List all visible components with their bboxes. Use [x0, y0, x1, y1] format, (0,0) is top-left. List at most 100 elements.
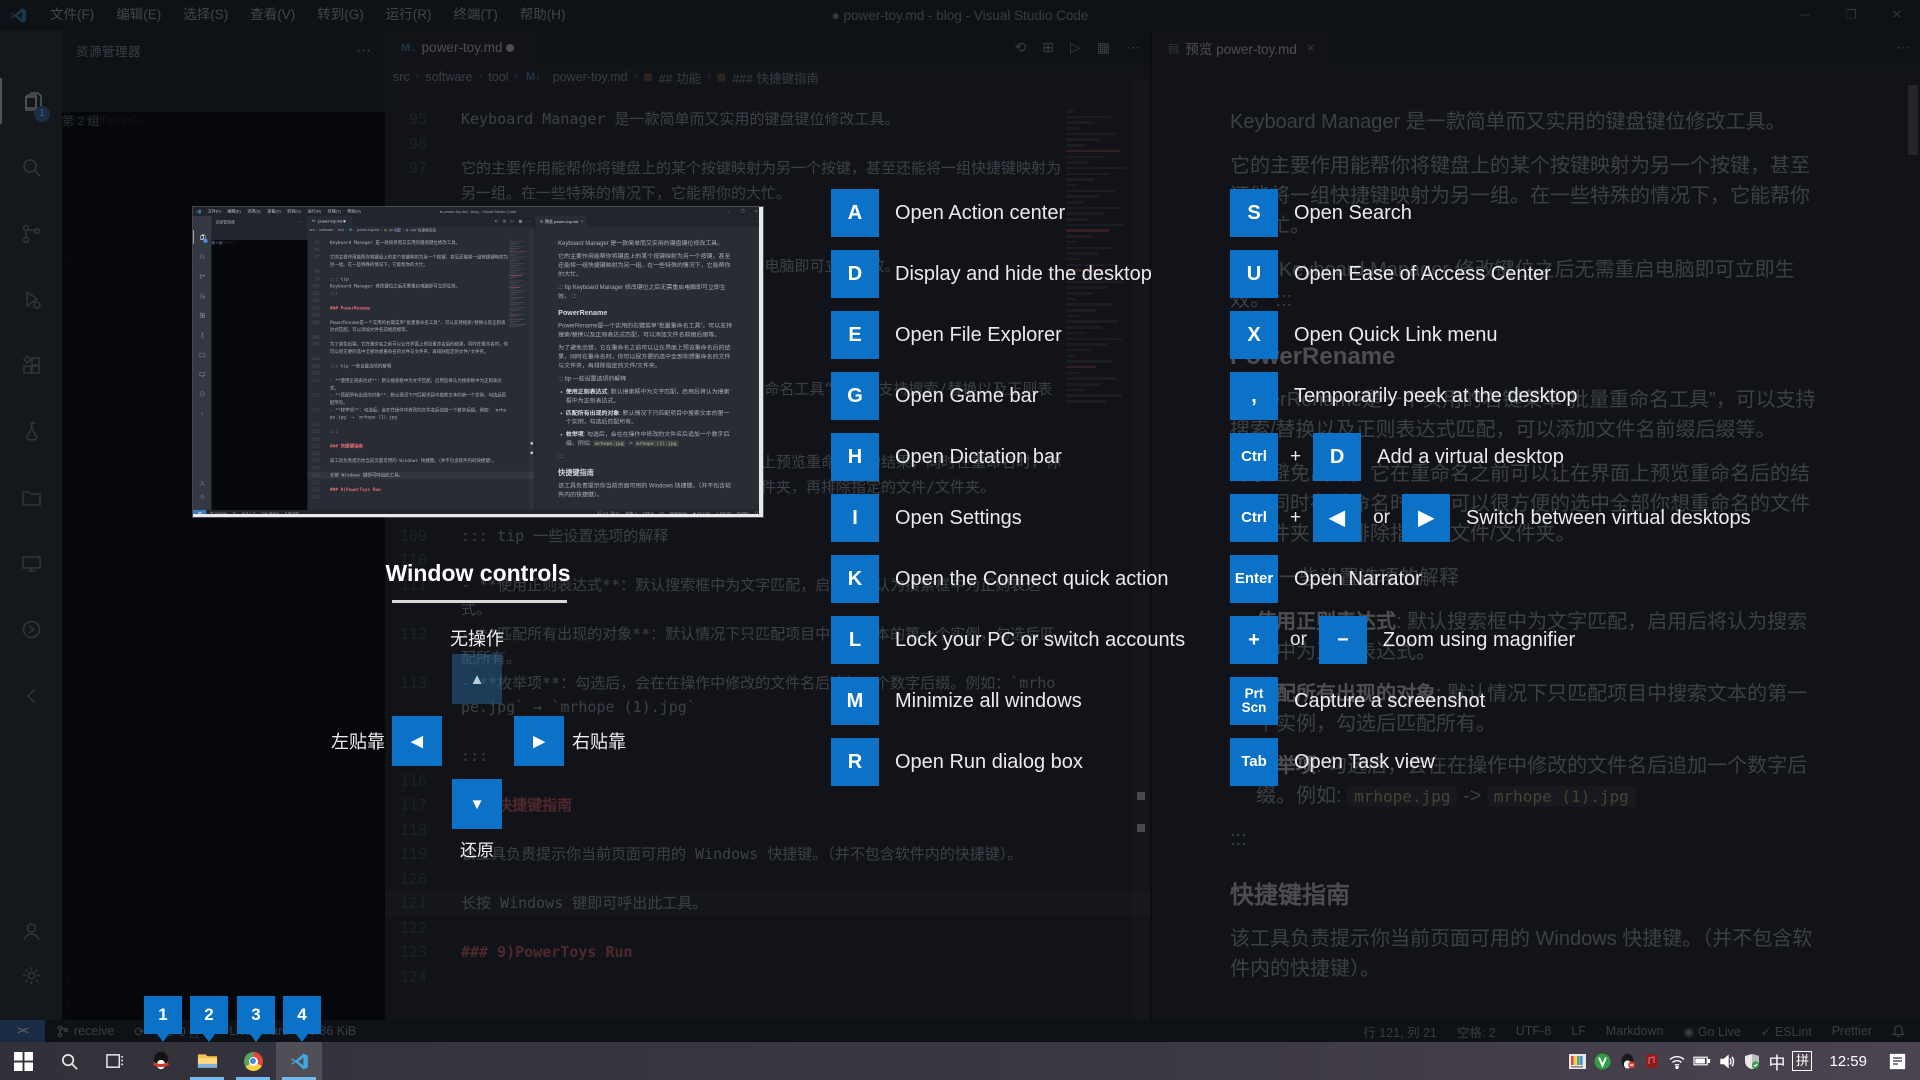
- editor-code[interactable]: 95Keyboard Manager 是一款简单而又实用的键盘键位修改工具。96…: [307, 239, 509, 501]
- code-line[interactable]: 116: [307, 435, 509, 442]
- minimize-icon[interactable]: ─: [722, 207, 736, 216]
- code-line[interactable]: 109::: tip 一些设置选项的解释: [307, 362, 509, 369]
- activity-chevron-icon[interactable]: [193, 407, 211, 421]
- status-item[interactable]: ◉ Go Live: [693, 511, 710, 515]
- code-line[interactable]: 106: [307, 333, 509, 340]
- activity-run-debug-icon[interactable]: [193, 289, 211, 303]
- activity-live-share-icon[interactable]: [193, 387, 211, 401]
- code-line[interactable]: 118: [307, 450, 509, 457]
- activity-settings-gear-icon[interactable]: [193, 490, 211, 504]
- code-line[interactable]: 101:::: [307, 290, 509, 297]
- menu-item[interactable]: 查看(V): [264, 207, 284, 216]
- taskbar-qq-icon[interactable]: [138, 1042, 184, 1080]
- editor-action-icon[interactable]: ⟲: [494, 219, 497, 224]
- code-line[interactable]: 117### 快捷键指南: [307, 442, 509, 449]
- menu-item[interactable]: 编辑(E): [224, 207, 244, 216]
- tab-power-toy[interactable]: M↓ power-toy.md: [307, 216, 352, 226]
- tray-battery-icon[interactable]: [1693, 1052, 1711, 1070]
- menu-item[interactable]: 运行(R): [304, 207, 324, 216]
- activity-source-control-icon[interactable]: [193, 269, 211, 283]
- code-line[interactable]: 100Keyboard Manager 修改键位之后无需重启电脑即可立即生效。: [307, 282, 509, 289]
- tray-wifi-icon[interactable]: [1668, 1052, 1686, 1070]
- snap-left-button[interactable]: ◀: [392, 716, 442, 766]
- editor-action-icon[interactable]: ⊞: [502, 219, 505, 224]
- code-line[interactable]: 97它的主要作用能帮你将键盘上的某个按键映射为另一个按键，甚至还能将一组快捷键映…: [307, 253, 509, 268]
- ime-language-indicator[interactable]: 中: [1768, 1049, 1785, 1074]
- breadcrumb-item[interactable]: software: [319, 228, 333, 232]
- maximize-icon[interactable]: ❐: [736, 207, 750, 216]
- restore-button[interactable]: ▼: [452, 779, 502, 829]
- menu-item[interactable]: 文件(F): [205, 207, 225, 216]
- status-item[interactable]: Live Share: [261, 511, 279, 515]
- code-line[interactable]: 103### PowerRename: [307, 304, 509, 311]
- status-item[interactable]: ✓ ESLint: [716, 511, 731, 515]
- activity-project-folder-icon[interactable]: [193, 348, 211, 362]
- code-line[interactable]: 105PowerRename是一个实用的右键菜单“批量重命名工具”，可以支持搜索…: [307, 319, 509, 334]
- remote-indicator[interactable]: ><: [193, 510, 206, 517]
- menu-item[interactable]: 转到(G): [284, 207, 304, 216]
- close-icon[interactable]: ✕: [749, 207, 763, 216]
- code-line[interactable]: 124: [307, 493, 509, 500]
- code-line[interactable]: 119该工具负责提示你当前页面可用的 Windows 快捷键。（并不包含软件内的…: [307, 457, 509, 464]
- breadcrumb-item[interactable]: ### 快捷键指南: [410, 227, 436, 233]
- menu-item[interactable]: 帮助(H): [344, 207, 364, 216]
- status-item[interactable]: UTF-8: [643, 511, 654, 515]
- more-actions-icon[interactable]: ⋯: [756, 219, 760, 224]
- status-item[interactable]: ⊗ 0 △ 3: [242, 511, 255, 515]
- notifications-bell-icon[interactable]: [755, 511, 759, 516]
- code-line[interactable]: 95Keyboard Manager 是一款简单而又实用的键盘键位修改工具。: [307, 239, 509, 246]
- editor-action-icon[interactable]: ▦: [519, 219, 523, 224]
- breadcrumb-item[interactable]: ## 功能: [389, 227, 402, 233]
- status-item[interactable]: LF: [659, 511, 663, 515]
- taskbar-chrome-icon[interactable]: [230, 1042, 276, 1080]
- taskbar-search-icon[interactable]: [46, 1042, 92, 1080]
- code-line[interactable]: 110: [307, 370, 509, 377]
- code-line[interactable]: 107为了避免出错，它在重命名之前可以让在界面上预览重命名后的结果，同时在重命名…: [307, 341, 509, 356]
- tray-screenshot-grid-icon[interactable]: [1568, 1052, 1586, 1070]
- code-line[interactable]: 102: [307, 297, 509, 304]
- code-line[interactable]: 121长按 Windows 键即可呼出此工具。: [307, 472, 509, 479]
- code-line[interactable]: 108: [307, 355, 509, 362]
- code-line[interactable]: 111- **使用正则表达式**：默认搜索框中为文字匹配，启用后将认为搜索框中为…: [307, 377, 509, 392]
- tab-preview[interactable]: ▤ 预览 power-toy.md ×: [535, 216, 587, 226]
- breadcrumb-item[interactable]: power-toy.md: [357, 228, 379, 232]
- status-item[interactable]: Markdown: [670, 511, 687, 515]
- code-line[interactable]: 112- **匹配所有出现的对象**：默认情况下只匹配项目中搜索文本的第一个实例…: [307, 392, 509, 407]
- breadcrumb[interactable]: src›software›tool›M↓power-toy.md›▦## 功能›…: [310, 226, 436, 233]
- taskbar-clock[interactable]: 12:59: [1829, 1053, 1867, 1070]
- editor-action-icon[interactable]: ▷: [511, 219, 514, 224]
- code-line[interactable]: 98: [307, 268, 509, 275]
- editor-action-icon[interactable]: ⋯: [527, 219, 531, 224]
- menu-item[interactable]: 终端(T): [324, 207, 344, 216]
- taskbar-vscode-icon[interactable]: [276, 1042, 322, 1080]
- activity-extensions-icon[interactable]: [193, 309, 211, 323]
- close-tab-icon[interactable]: ×: [581, 219, 583, 223]
- breadcrumb-item[interactable]: tool: [338, 228, 344, 232]
- code-line[interactable]: 96: [307, 246, 509, 253]
- activity-test-flask-icon[interactable]: [193, 328, 211, 342]
- task-view-icon[interactable]: [92, 1042, 138, 1080]
- tray-music-red-icon[interactable]: [1643, 1052, 1661, 1070]
- taskbar-file-explorer-icon[interactable]: [184, 1042, 230, 1080]
- activity-account-icon[interactable]: [193, 477, 211, 491]
- code-line[interactable]: 99::: tip: [307, 275, 509, 282]
- notification-center-icon[interactable]: [1888, 1052, 1906, 1070]
- activity-search-icon[interactable]: [193, 250, 211, 264]
- menu-item[interactable]: 选择(S): [244, 207, 264, 216]
- snap-up-button[interactable]: ▲: [452, 654, 502, 704]
- tray-volume-icon[interactable]: [1718, 1052, 1736, 1070]
- snap-right-button[interactable]: ▶: [514, 716, 564, 766]
- breadcrumb-item[interactable]: src: [310, 228, 315, 232]
- code-line[interactable]: 123### 9)PowerToys Run: [307, 486, 509, 493]
- code-line[interactable]: 115:::: [307, 428, 509, 435]
- status-item[interactable]: receive: [210, 511, 227, 515]
- code-line[interactable]: 113- **枚举项**：勾选后，会在在操作中修改的文件名后追加一个数字后缀。例…: [307, 406, 509, 421]
- tray-defender-shield-icon[interactable]: [1743, 1052, 1761, 1070]
- status-item[interactable]: 行 121, 列 21: [598, 510, 620, 516]
- status-item[interactable]: 空格: 2: [626, 510, 638, 516]
- status-item[interactable]: 6.86 KiB: [285, 511, 299, 515]
- ime-pinyin-indicator[interactable]: 拼: [1792, 1051, 1812, 1071]
- code-line[interactable]: 120: [307, 464, 509, 471]
- start-button[interactable]: [0, 1042, 46, 1080]
- tray-antivirus-v-icon[interactable]: [1593, 1052, 1611, 1070]
